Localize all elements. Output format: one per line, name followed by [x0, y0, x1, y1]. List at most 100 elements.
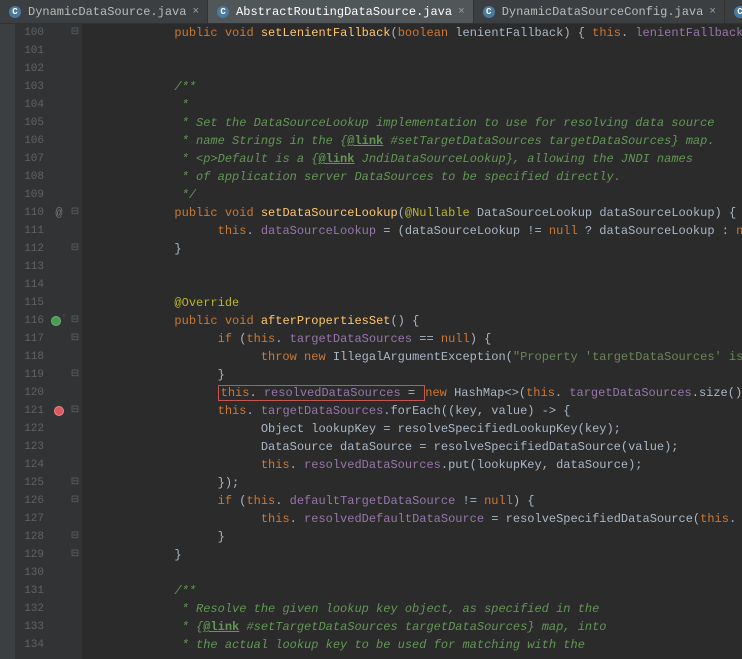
gutter-marker[interactable] — [50, 348, 68, 366]
code-line[interactable]: * of application server DataSources to b… — [88, 168, 742, 186]
tab-label: AbstractRoutingDataSource.java — [236, 5, 452, 19]
code-area[interactable]: public void setLenientFallback(boolean l… — [82, 24, 742, 659]
code-line[interactable]: } — [88, 528, 742, 546]
code-line[interactable] — [88, 564, 742, 582]
code-line[interactable]: */ — [88, 186, 742, 204]
gutter-marker[interactable] — [50, 96, 68, 114]
gutter-marker[interactable] — [50, 420, 68, 438]
close-icon[interactable]: × — [458, 6, 465, 18]
gutter-marker[interactable] — [50, 564, 68, 582]
code-line[interactable]: if (this. defaultTargetDataSource != nul… — [88, 492, 742, 510]
code-line[interactable]: this. resolvedDataSources.put(lookupKey,… — [88, 456, 742, 474]
fold-toggle — [68, 582, 82, 600]
line-number: 112 — [16, 240, 44, 258]
code-line[interactable]: } — [88, 366, 742, 384]
line-number: 130 — [16, 564, 44, 582]
fold-toggle[interactable]: ⊟ — [68, 492, 82, 510]
fold-toggle[interactable]: ⊟ — [68, 330, 82, 348]
code-line[interactable]: DataSource dataSource = resolveSpecified… — [88, 438, 742, 456]
gutter-marker[interactable] — [50, 60, 68, 78]
gutter-marker[interactable] — [50, 546, 68, 564]
gutter-marker[interactable] — [50, 114, 68, 132]
gutter-marker[interactable] — [50, 510, 68, 528]
gutter-marker[interactable] — [50, 456, 68, 474]
gutter-marker[interactable] — [50, 186, 68, 204]
fold-toggle[interactable]: ⊟ — [68, 474, 82, 492]
fold-toggle — [68, 510, 82, 528]
code-line[interactable]: * the actual lookup key to be used for m… — [88, 636, 742, 654]
code-line[interactable]: * — [88, 96, 742, 114]
tab-0[interactable]: CDynamicDataSource.java× — [0, 0, 208, 23]
gutter-marker[interactable] — [50, 438, 68, 456]
tab-2[interactable]: CDynamicDataSourceConfig.java× — [474, 0, 725, 23]
code-line[interactable]: * {@link #setTargetDataSources targetDat… — [88, 618, 742, 636]
close-icon[interactable]: × — [192, 6, 199, 18]
gutter-marker[interactable] — [50, 168, 68, 186]
fold-toggle[interactable]: ⊟ — [68, 240, 82, 258]
gutter-marker[interactable] — [50, 150, 68, 168]
gutter-marker[interactable] — [50, 600, 68, 618]
fold-toggle[interactable]: ⊟ — [68, 546, 82, 564]
code-line[interactable]: * Set the DataSourceLookup implementatio… — [88, 114, 742, 132]
code-line[interactable]: } — [88, 240, 742, 258]
fold-toggle[interactable]: ⊟ — [68, 24, 82, 42]
code-line[interactable]: public void setDataSourceLookup(@Nullabl… — [88, 204, 742, 222]
gutter-marker[interactable] — [50, 582, 68, 600]
gutter-marker[interactable] — [50, 402, 68, 420]
code-line[interactable]: /** — [88, 582, 742, 600]
fold-toggle[interactable]: ⊟ — [68, 402, 82, 420]
code-line[interactable]: * <p>Default is a {@link JndiDataSourceL… — [88, 150, 742, 168]
tab-3[interactable]: CDataSo — [725, 0, 742, 23]
code-line[interactable]: Object lookupKey = resolveSpecifiedLooku… — [88, 420, 742, 438]
fold-toggle — [68, 186, 82, 204]
code-line[interactable]: throw new IllegalArgumentException("Prop… — [88, 348, 742, 366]
code-line[interactable]: /** — [88, 78, 742, 96]
code-line[interactable]: public void setLenientFallback(boolean l… — [88, 24, 742, 42]
code-line[interactable] — [88, 42, 742, 60]
fold-toggle[interactable]: ⊟ — [68, 204, 82, 222]
gutter-marker[interactable]: ↑ — [50, 312, 68, 330]
fold-toggle[interactable]: ⊟ — [68, 366, 82, 384]
fold-toggle — [68, 114, 82, 132]
code-line[interactable]: public void afterPropertiesSet() { — [88, 312, 742, 330]
fold-toggle — [68, 222, 82, 240]
gutter-marker[interactable] — [50, 132, 68, 150]
code-line[interactable]: if (this. targetDataSources == null) { — [88, 330, 742, 348]
gutter-marker[interactable] — [50, 636, 68, 654]
code-line[interactable]: this. resolvedDefaultDataSource = resolv… — [88, 510, 742, 528]
code-line[interactable]: * name Strings in the {@link #setTargetD… — [88, 132, 742, 150]
code-line[interactable]: } — [88, 546, 742, 564]
gutter-marker[interactable] — [50, 78, 68, 96]
code-line[interactable]: @Override — [88, 294, 742, 312]
gutter-marker[interactable] — [50, 366, 68, 384]
gutter-marker[interactable] — [50, 492, 68, 510]
code-line[interactable] — [88, 258, 742, 276]
line-number: 101 — [16, 42, 44, 60]
gutter-marker[interactable] — [50, 618, 68, 636]
code-line[interactable] — [88, 60, 742, 78]
fold-toggle[interactable]: ⊟ — [68, 312, 82, 330]
gutter-marker[interactable] — [50, 258, 68, 276]
tab-1[interactable]: CAbstractRoutingDataSource.java× — [208, 0, 474, 23]
gutter-marker[interactable] — [50, 276, 68, 294]
class-file-icon: C — [733, 5, 742, 19]
code-line[interactable]: this. dataSourceLookup = (dataSourceLook… — [88, 222, 742, 240]
code-line[interactable] — [88, 276, 742, 294]
code-line[interactable]: * Resolve the given lookup key object, a… — [88, 600, 742, 618]
fold-toggle[interactable]: ⊟ — [68, 528, 82, 546]
line-number: 117 — [16, 330, 44, 348]
gutter-marker[interactable] — [50, 474, 68, 492]
gutter-marker[interactable] — [50, 384, 68, 402]
code-line[interactable]: this. targetDataSources.forEach((key, va… — [88, 402, 742, 420]
gutter-marker[interactable] — [50, 240, 68, 258]
code-line[interactable]: this. resolvedDataSources = new HashMap<… — [88, 384, 742, 402]
close-icon[interactable]: × — [709, 6, 716, 18]
gutter-marker[interactable] — [50, 528, 68, 546]
fold-toggle — [68, 348, 82, 366]
gutter-marker[interactable] — [50, 24, 68, 42]
gutter-marker[interactable]: @ — [50, 204, 68, 222]
code-line[interactable]: }); — [88, 474, 742, 492]
gutter-marker[interactable] — [50, 330, 68, 348]
gutter-marker[interactable] — [50, 42, 68, 60]
gutter-marker[interactable] — [50, 222, 68, 240]
